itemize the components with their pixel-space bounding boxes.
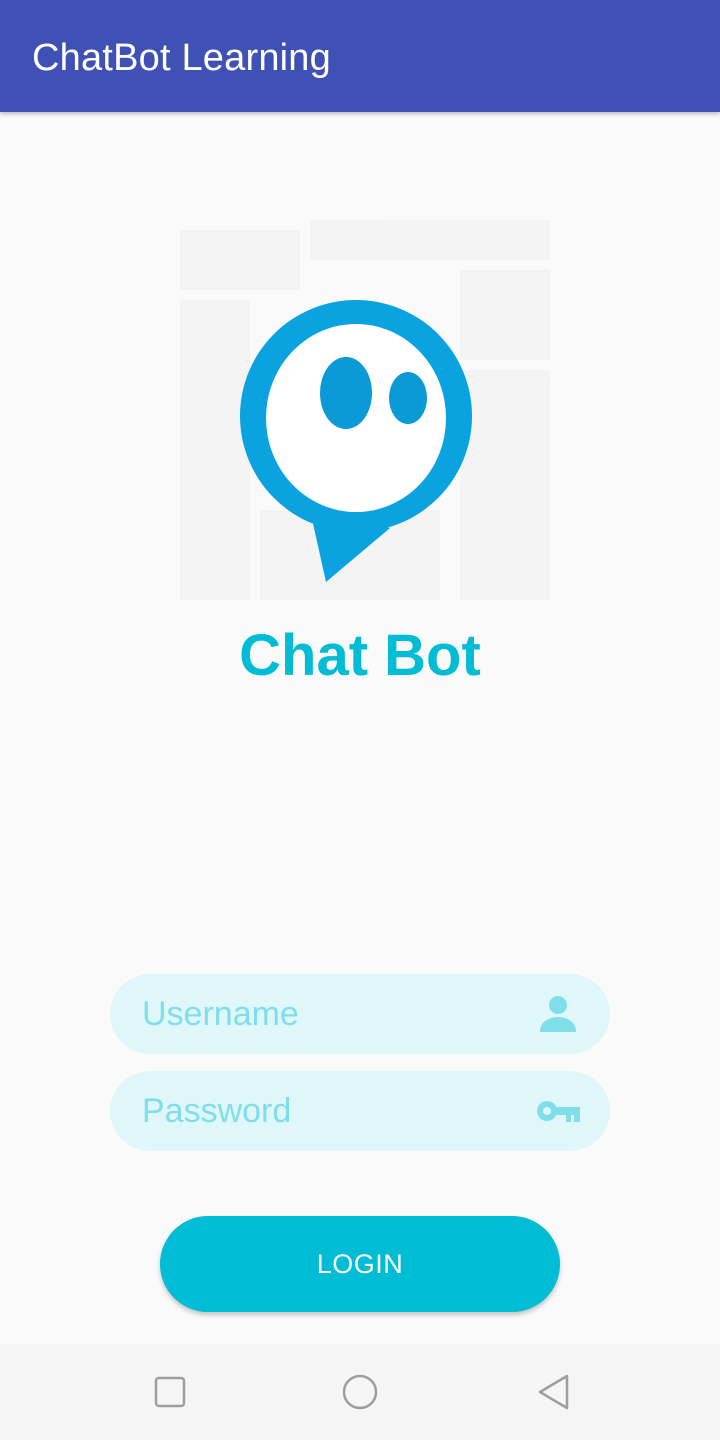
system-nav-bar (0, 1344, 720, 1440)
app-title: ChatBot Learning (32, 37, 331, 79)
brand-title: Chat Bot (239, 623, 481, 688)
app-bar: ChatBot Learning (0, 0, 720, 112)
password-input[interactable] (142, 1071, 512, 1151)
password-field[interactable] (110, 1071, 610, 1151)
back-icon[interactable] (534, 1372, 574, 1412)
key-icon (537, 1101, 580, 1122)
username-field[interactable] (110, 974, 610, 1054)
home-icon[interactable] (340, 1372, 380, 1412)
person-icon (540, 996, 576, 1032)
login-button[interactable]: LOGIN (160, 1216, 560, 1312)
username-input[interactable] (142, 974, 512, 1054)
chat-bubble-eyes-icon (160, 210, 560, 610)
recents-icon[interactable] (150, 1372, 190, 1412)
login-screen: ChatBot Learning Chat Bot Username LOGIN (0, 0, 720, 1440)
